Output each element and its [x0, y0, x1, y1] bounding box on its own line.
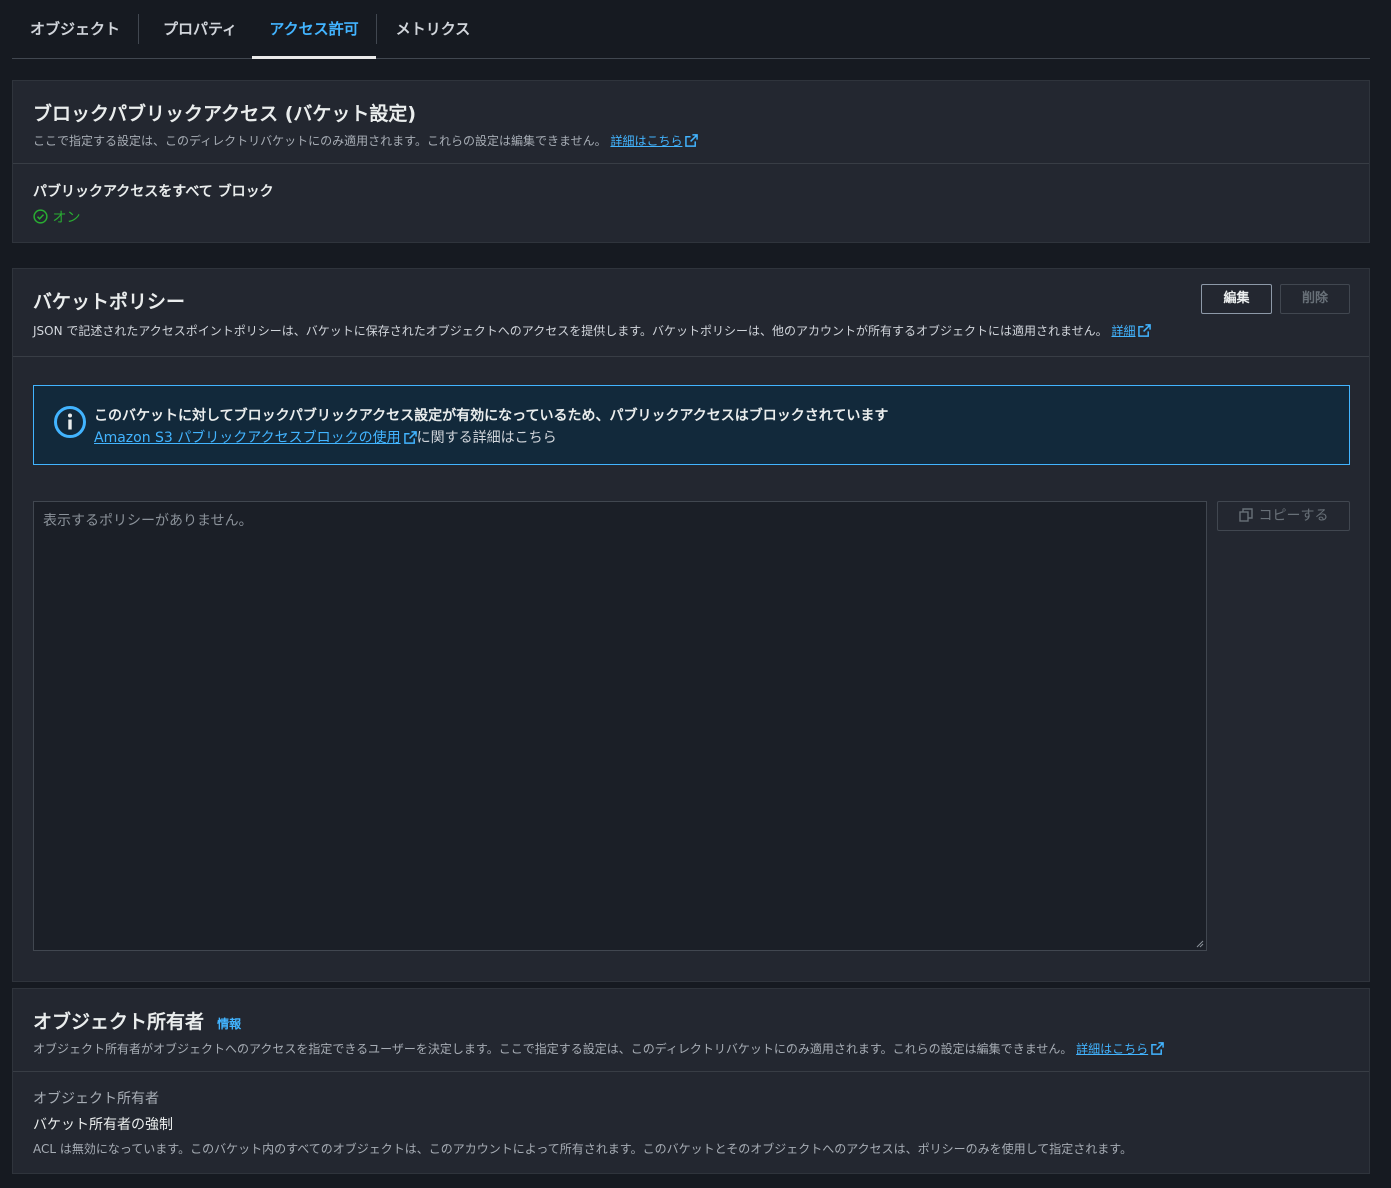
tab-permissions[interactable]: アクセス許可 [252, 0, 376, 59]
policy-placeholder: 表示するポリシーがありません。 [43, 513, 253, 529]
block-public-access-docs-link[interactable]: Amazon S3 パブリックアクセスブロックの使用 [94, 430, 417, 446]
block-public-access-panel: ブロックパブリックアクセス (バケット設定) ここで指定する設定は、このディレク… [12, 80, 1370, 243]
policy-editor[interactable]: 表示するポリシーがありません。 [33, 501, 1207, 951]
bucket-policy-panel: バケットポリシー JSON で記述されたアクセスポイントポリシーは、バケットに保… [12, 268, 1370, 982]
status-indicator: オン [33, 207, 274, 227]
external-link-icon [685, 134, 699, 147]
info-link[interactable]: 情報 [217, 1017, 241, 1031]
info-alert: このバケットに対してブロックパブリックアクセス設定が有効になっているため、パブリ… [33, 385, 1350, 465]
copy-icon [1238, 508, 1253, 522]
block-all-label: パブリックアクセスをすべて ブロック [33, 184, 274, 200]
info-icon [54, 406, 86, 438]
panel-title: ブロックパブリックアクセス (バケット設定) [33, 103, 417, 125]
tab-divider [138, 14, 139, 44]
tab-divider [376, 14, 377, 44]
external-link-icon [403, 431, 417, 444]
panel-description: JSON で記述されたアクセスポイントポリシーは、バケットに保存されたオブジェク… [33, 322, 1349, 339]
ownership-field-note: ACL は無効になっています。このバケット内のすべてのオブジェクトは、このアカウ… [33, 1142, 1133, 1156]
divider [13, 1071, 1369, 1072]
panel-title: バケットポリシー [33, 291, 186, 313]
edit-button[interactable]: 編集 [1201, 284, 1272, 314]
divider [13, 163, 1369, 164]
ownership-field-label: オブジェクト所有者 [33, 1091, 159, 1107]
ownership-field-value: バケット所有者の強制 [33, 1117, 173, 1133]
external-link-icon [1138, 324, 1152, 337]
learn-more-link[interactable]: 詳細 [1111, 324, 1152, 338]
external-link-icon [1151, 1042, 1164, 1055]
alert-title: このバケットに対してブロックパブリックアクセス設定が有効になっているため、パブリ… [94, 408, 889, 424]
tab-bar: オブジェクト プロパティ アクセス許可 メトリクス [12, 0, 1370, 59]
divider [13, 356, 1369, 357]
learn-more-link[interactable]: 詳細はこちら [1076, 1042, 1164, 1056]
tab-objects[interactable]: オブジェクト [22, 0, 128, 58]
alert-body: Amazon S3 パブリックアクセスブロックの使用 に関する詳細はこちら [94, 430, 557, 446]
copy-button[interactable]: コピーする [1217, 501, 1350, 531]
panel-heading: オブジェクト所有者 情報 [33, 1007, 1349, 1034]
delete-button[interactable]: 削除 [1280, 284, 1350, 314]
object-ownership-panel: オブジェクト所有者 情報 オブジェクト所有者がオブジェクトへのアクセスを指定でき… [12, 988, 1370, 1174]
panel-description: オブジェクト所有者がオブジェクトへのアクセスを指定できるユーザーを決定します。こ… [33, 1040, 1349, 1057]
tab-metrics[interactable]: メトリクス [386, 0, 480, 58]
panel-description: ここで指定する設定は、このディレクトリバケットにのみ適用されます。これらの設定は… [33, 132, 1349, 149]
status-value: オン [52, 210, 81, 226]
resize-handle-icon[interactable] [1196, 940, 1204, 948]
panel-title: オブジェクト所有者 [33, 1011, 205, 1033]
learn-more-link[interactable]: 詳細はこちら [610, 134, 699, 148]
check-circle-icon [33, 209, 48, 224]
tab-properties[interactable]: プロパティ [148, 0, 252, 58]
